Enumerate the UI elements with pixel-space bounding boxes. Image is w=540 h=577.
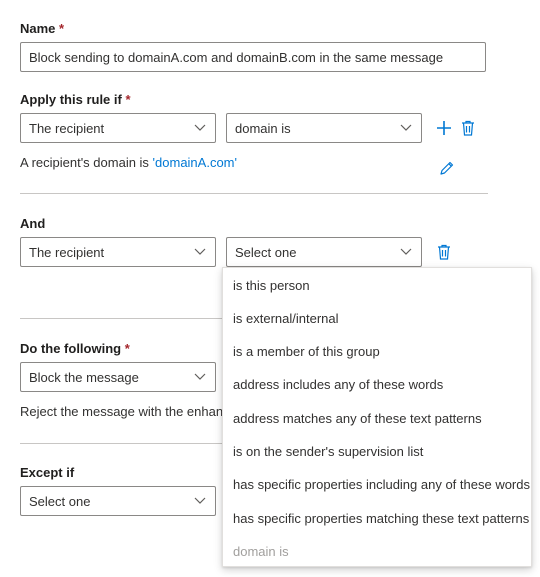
dropdown-option[interactable]: is this person <box>223 269 531 302</box>
trash-icon <box>438 244 450 260</box>
and-condition-select[interactable]: The recipient <box>20 237 216 267</box>
and-label: And <box>20 216 45 231</box>
domain-value-link[interactable]: 'domainA.com' <box>153 155 237 170</box>
except-value: Select one <box>29 493 91 509</box>
apply-rule-label-text: Apply this rule if <box>20 92 122 107</box>
delete-and-condition-button[interactable] <box>434 242 454 262</box>
name-label-text: Name <box>20 21 56 36</box>
rule-name-input[interactable]: Block sending to domainA.com and domainB… <box>20 42 486 72</box>
action-value: Block the message <box>29 369 139 385</box>
delete-condition-button[interactable] <box>458 118 478 138</box>
apply-rule-label: Apply this rule if * <box>20 92 131 107</box>
action-select[interactable]: Block the message <box>20 362 216 392</box>
and-operator-select[interactable]: Select one <box>226 237 422 267</box>
section-divider <box>20 318 222 319</box>
add-condition-button[interactable] <box>434 118 454 138</box>
required-mark: * <box>59 21 65 36</box>
dropdown-option-disabled: domain is <box>233 544 289 559</box>
except-select[interactable]: Select one <box>20 486 216 516</box>
chevron-down-icon <box>193 494 207 508</box>
chevron-down-icon <box>399 121 413 135</box>
chevron-down-icon <box>399 245 413 259</box>
action-summary-text: Reject the message with the enhanc <box>20 404 230 419</box>
except-label-text: Except if <box>20 465 75 480</box>
dropdown-option[interactable]: has specific properties including any of… <box>223 468 531 501</box>
chevron-down-icon <box>193 245 207 259</box>
required-mark: * <box>124 341 130 356</box>
chevron-down-icon <box>193 121 207 135</box>
and-condition-value: The recipient <box>29 244 105 260</box>
except-label: Except if <box>20 465 74 480</box>
pencil-icon <box>440 161 454 175</box>
apply-operator-select[interactable]: domain is <box>226 113 422 143</box>
section-divider <box>20 443 222 444</box>
trash-icon <box>462 120 474 136</box>
apply-operator-value: domain is <box>235 120 291 136</box>
chevron-down-icon <box>193 370 207 384</box>
name-label: Name * <box>20 21 64 36</box>
apply-rule-summary: A recipient's domain is 'domainA.com' <box>20 155 237 170</box>
apply-summary-prefix: A recipient's domain is <box>20 155 153 170</box>
dropdown-option[interactable]: address includes any of these words <box>223 368 531 401</box>
dropdown-option[interactable]: is on the sender's supervision list <box>223 435 531 468</box>
do-following-label: Do the following * <box>20 341 130 356</box>
edit-condition-button[interactable] <box>437 158 457 178</box>
add-icon <box>437 121 451 135</box>
apply-condition-value: The recipient <box>29 120 105 136</box>
dropdown-option[interactable]: is a member of this group <box>223 335 531 368</box>
apply-condition-select[interactable]: The recipient <box>20 113 216 143</box>
operator-dropdown-menu: is this person is external/internal is a… <box>222 267 532 567</box>
dropdown-option[interactable]: is external/internal <box>223 302 531 335</box>
and-label-text: And <box>20 216 46 231</box>
dropdown-option[interactable]: address matches any of these text patter… <box>223 402 531 435</box>
dropdown-option[interactable]: has specific properties matching these t… <box>223 502 531 535</box>
required-mark: * <box>125 92 131 107</box>
section-divider <box>20 193 488 194</box>
do-following-label-text: Do the following <box>20 341 122 356</box>
rule-name-value: Block sending to domainA.com and domainB… <box>29 49 444 65</box>
and-operator-value: Select one <box>235 244 297 260</box>
action-summary: Reject the message with the enhanc <box>20 404 230 419</box>
